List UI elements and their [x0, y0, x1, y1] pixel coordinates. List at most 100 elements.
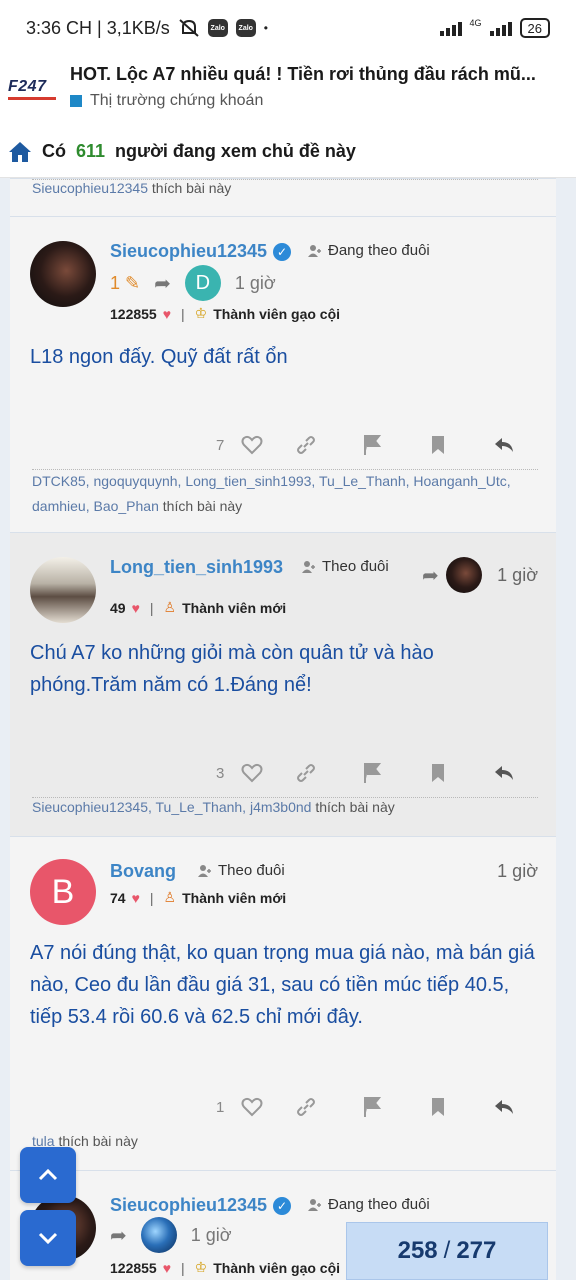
copy-link-button[interactable]	[294, 433, 318, 457]
post-tail: Sieucophieu12345 thích bài này	[10, 178, 556, 216]
reply-button[interactable]	[492, 433, 516, 457]
logo-underline	[8, 97, 56, 100]
liked-by-names[interactable]: DTCK85, ngoquyquynh, Long_tien_sinh1993,…	[32, 473, 511, 514]
liked-by-names[interactable]: Sieucophieu12345, Tu_Le_Thanh, j4m3b0nd	[32, 799, 311, 815]
status-bar: 3:36 CH | 3,1KB/s Zalo Zalo • 4G 26	[0, 0, 576, 56]
reply-to-icon: ➦	[154, 272, 171, 295]
copy-link-button[interactable]	[294, 761, 318, 785]
follow-status[interactable]: Theo đuôi	[302, 558, 389, 575]
viewers-prefix: Có	[42, 141, 66, 161]
post: B Bovang Theo đuôi 1 giờ 74 ♥ | ♙ Thành …	[10, 836, 556, 1170]
post-time[interactable]: 1 giờ	[497, 861, 538, 882]
total-posts-number: 277	[456, 1237, 497, 1264]
follow-label: Theo đuôi	[322, 558, 389, 575]
user-meta: 122855 ♥ | ♔ Thành viên gạo cội	[110, 305, 340, 322]
reply-button[interactable]	[492, 761, 516, 785]
heart-icon: ♥	[162, 1259, 172, 1276]
username[interactable]: Bovang	[110, 861, 176, 882]
home-icon[interactable]	[8, 141, 32, 163]
bookmark-icon	[432, 1098, 444, 1116]
flag-button[interactable]	[360, 433, 384, 457]
liked-by-names[interactable]: Sieucophieu12345	[32, 180, 148, 196]
flag-button[interactable]	[360, 761, 384, 785]
flag-icon	[364, 435, 382, 455]
username[interactable]: Sieucophieu12345 ✓	[110, 1195, 292, 1216]
edit-count-value: 1	[110, 272, 121, 293]
separator: |	[149, 889, 154, 906]
user-rank: Thành viên mới	[182, 889, 287, 906]
zalo-icon: Zalo	[207, 19, 228, 37]
viewers-suffix: người đang xem chủ đề này	[115, 141, 356, 161]
heart-outline-icon	[241, 435, 263, 455]
flag-button[interactable]	[360, 1095, 384, 1119]
page: 3:36 CH | 3,1KB/s Zalo Zalo • 4G 26 F247…	[0, 0, 576, 1280]
user-meta: 74 ♥ | ♙ Thành viên mới	[110, 889, 286, 906]
user-points: 122855	[110, 305, 157, 322]
post-position-indicator[interactable]: 258 / 277	[346, 1222, 548, 1280]
like-button[interactable]	[240, 761, 264, 785]
user-rank: Thành viên mới	[182, 599, 287, 616]
reply-to-avatar[interactable]	[446, 557, 482, 593]
edit-count[interactable]: 1 ✎	[110, 273, 140, 294]
follow-status[interactable]: Theo đuôi	[198, 862, 285, 879]
category-link[interactable]: Thị trường chứng khoán	[70, 92, 263, 110]
reply-icon	[495, 1100, 513, 1114]
bookmark-button[interactable]	[426, 433, 450, 457]
post-info-row: ➦ 1 giờ	[110, 1217, 232, 1253]
rank-badge-icon: ♙	[163, 889, 177, 905]
bookmark-button[interactable]	[426, 761, 450, 785]
user-rank: Thành viên gạo cội	[213, 1259, 341, 1276]
avatar[interactable]: B	[30, 859, 96, 925]
reply-icon	[495, 766, 513, 780]
username[interactable]: Long_tien_sinh1993	[110, 557, 283, 578]
thread-title[interactable]: HOT. Lộc A7 nhiều quá! ! Tiền rơi thủng …	[70, 64, 550, 85]
post-actions: 1	[10, 1095, 556, 1125]
reply-to-icon: ➦	[110, 1224, 127, 1247]
follow-label: Đang theo đuôi	[328, 1196, 430, 1213]
bookmark-icon	[432, 436, 444, 454]
scroll-up-button[interactable]	[20, 1147, 76, 1203]
post-content: L18 ngon đấy. Quỹ đất rất ổn	[30, 346, 288, 368]
battery-level: 26	[527, 20, 542, 36]
bookmark-icon	[432, 764, 444, 782]
status-time: 3:36 CH | 3,1KB/s	[26, 17, 170, 38]
reply-to-icon: ➦	[422, 565, 439, 587]
scroll-down-button[interactable]	[20, 1210, 76, 1266]
reply-button[interactable]	[492, 1095, 516, 1119]
avatar[interactable]	[30, 557, 96, 623]
site-logo[interactable]: F247	[8, 78, 58, 100]
chevron-up-icon	[38, 1169, 58, 1181]
muted-bell-icon	[179, 19, 199, 37]
separator: |	[149, 599, 154, 616]
flag-icon	[364, 763, 382, 783]
battery-icon: 26	[519, 18, 550, 38]
post-actions: 3	[10, 761, 556, 791]
username-text: Long_tien_sinh1993	[110, 557, 284, 577]
like-count: 1	[216, 1099, 225, 1116]
heart-icon: ♥	[131, 889, 140, 906]
separator: |	[181, 1259, 185, 1276]
category-color-square	[70, 95, 82, 107]
heart-icon: ♥	[131, 599, 140, 616]
follow-status[interactable]: Đang theo đuôi	[308, 242, 430, 259]
follow-status[interactable]: Đang theo đuôi	[308, 1196, 430, 1213]
post-time[interactable]: 1 giờ	[497, 565, 538, 586]
follow-label: Đang theo đuôi	[328, 242, 430, 259]
copy-link-button[interactable]	[294, 1095, 318, 1119]
avatar[interactable]	[30, 241, 96, 307]
post-time[interactable]: 1 giờ	[191, 1225, 232, 1246]
post-time[interactable]: 1 giờ	[235, 273, 276, 294]
follow-icon	[302, 560, 315, 573]
username[interactable]: Sieucophieu12345 ✓	[110, 241, 292, 262]
reply-to-avatar[interactable]	[140, 1217, 177, 1253]
topic-header: F247 HOT. Lộc A7 nhiều quá! ! Tiền rơi t…	[0, 56, 576, 126]
like-button[interactable]	[240, 1095, 264, 1119]
bookmark-button[interactable]	[426, 1095, 450, 1119]
liked-by-suffix: thích bài này	[151, 180, 232, 196]
user-meta: 49 ♥ | ♙ Thành viên mới	[110, 599, 286, 616]
logo-text: F247	[8, 78, 47, 95]
reply-to-avatar[interactable]: D	[184, 265, 221, 301]
like-button[interactable]	[240, 433, 264, 457]
user-rank: Thành viên gạo cội	[213, 305, 341, 322]
current-post-number: 258	[397, 1237, 438, 1264]
